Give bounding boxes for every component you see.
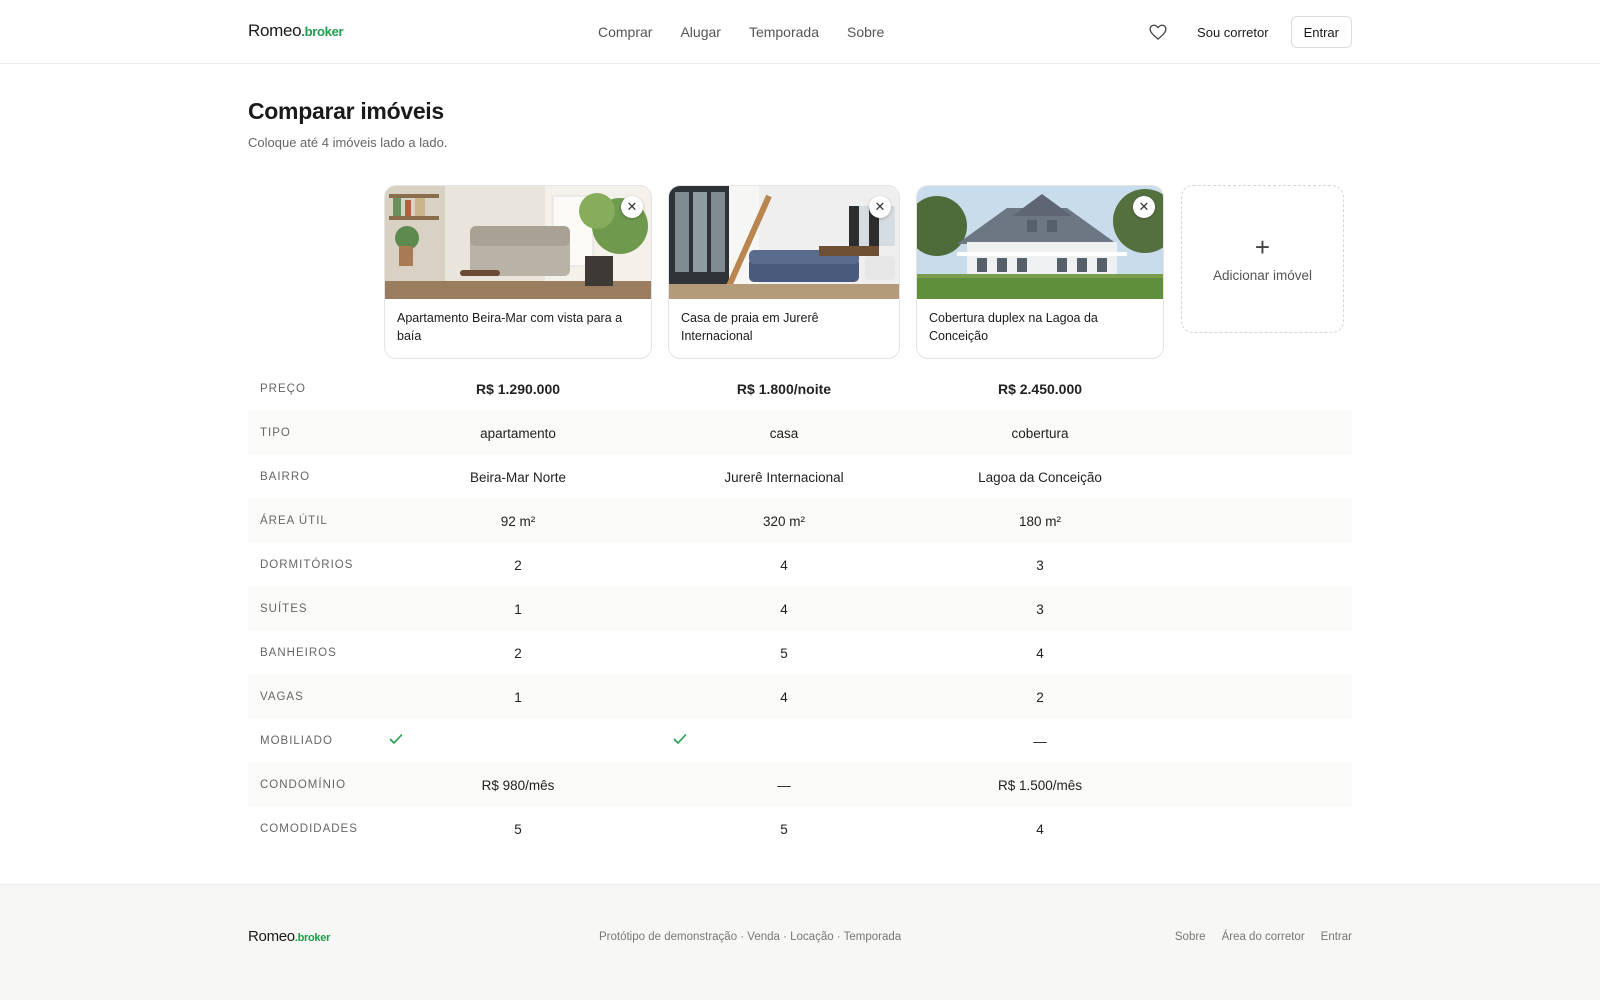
site-header: Romeo.broker Comprar Alugar Temporada So… [0,0,1600,64]
agent-link[interactable]: Sou corretor [1197,25,1269,40]
row-label: TIPO [260,427,291,439]
cell-value: 4 [1036,645,1044,661]
footer-tagline: Protótipo de demonstração · Venda · Loca… [599,931,902,943]
cell-value: 4 [780,689,788,705]
row-label: ÁREA ÚTIL [260,515,328,527]
close-icon[interactable]: ✕ [621,196,643,218]
cell-value: Beira-Mar Norte [469,469,567,485]
row-label: COMODIDADES [260,823,358,835]
cell-value: R$ 1.500/mês [997,777,1083,793]
property-card[interactable]: ✕ Casa de praia em Jurerê Internacional [668,185,900,359]
site-footer: Romeo.broker Protótipo de demonstração ·… [0,884,1600,1000]
row-label: PREÇO [260,383,306,395]
row-label: BAIRRO [260,471,311,483]
row-label: BANHEIROS [260,647,337,659]
row-label: MOBILIADO [260,735,333,747]
nav-item-alugar[interactable]: Alugar [680,24,720,40]
cell-value: 5 [780,645,788,661]
cell-value: Lagoa da Conceição [978,469,1102,485]
cell-value: R$ 1.290.000 [475,381,561,397]
property-photo: ✕ [917,186,1163,299]
cell-value: 2 [514,645,522,661]
footer-link-sobre[interactable]: Sobre [1175,931,1206,943]
property-card[interactable]: ✕ Apartamento Beira-Mar com vista para a… [384,185,652,359]
brand-name: Romeo [248,21,302,40]
cell-value: 1 [514,601,522,617]
cell-value: 3 [1036,557,1044,573]
main-nav: Comprar Alugar Temporada Sobre [598,0,884,64]
login-button[interactable]: Entrar [1290,16,1352,48]
cell-value: 2 [1036,689,1044,705]
cell-value: Jurerê Internacional [724,469,844,485]
page-subtitle: Coloque até 4 imóveis lado a lado. [248,135,448,150]
table-row: COMODIDADES 5 5 4 [248,807,1352,851]
property-name[interactable]: Apartamento Beira-Mar com vista para a b… [385,299,651,345]
cell-value: R$ 1.800/noite [736,381,832,397]
add-property-button[interactable]: + Adicionar imóvel [1181,185,1344,333]
cell-value: 5 [514,821,522,837]
comparison-table: PREÇO R$ 1.290.000 R$ 1.800/noite R$ 2.4… [248,367,1352,851]
add-property-label: Adicionar imóvel [1212,267,1313,283]
cell-value: — [1033,733,1047,749]
property-name[interactable]: Casa de praia em Jurerê Internacional [669,299,899,345]
brand-suffix: .broker [301,24,344,39]
table-row: BANHEIROS 2 5 4 [248,631,1352,675]
cell-value: — [777,777,791,793]
cell-value: 3 [1036,601,1044,617]
cell-value: casa [769,425,799,441]
table-row: BAIRRO Beira-Mar Norte Jurerê Internacio… [248,455,1352,499]
footer-link-entrar[interactable]: Entrar [1321,931,1352,943]
table-row: CONDOMÍNIO R$ 980/mês — R$ 1.500/mês [248,763,1352,807]
row-label: CONDOMÍNIO [260,779,347,791]
cell-value: 2 [514,557,522,573]
plus-icon: + [1254,231,1271,262]
cell-value: cobertura [1011,425,1069,441]
footer-brand-suffix: .broker [294,932,331,944]
brand-logo[interactable]: Romeo.broker [248,21,344,41]
row-label: VAGAS [260,691,304,703]
property-card[interactable]: ✕ Cobertura duplex na Lagoa da Conceição [916,185,1164,359]
cell-value: apartamento [480,425,556,441]
cell-value: 5 [780,821,788,837]
close-icon[interactable]: ✕ [869,196,891,218]
heart-icon[interactable] [1149,22,1169,42]
cell-value: R$ 980/mês [481,777,555,793]
cell-value: 92 m² [500,513,536,529]
cell-value: 4 [780,601,788,617]
page-title: Comparar imóveis [248,98,444,124]
footer-links: Sobre Área do corretor Entrar [1175,931,1352,943]
property-photo: ✕ [669,186,899,299]
property-photo: ✕ [385,186,651,299]
table-row: MOBILIADO — [248,719,1352,763]
header-actions: Sou corretor Entrar [1149,16,1352,48]
nav-item-comprar[interactable]: Comprar [598,24,652,40]
cell-value: 1 [514,689,522,705]
cell-value: 4 [1036,821,1044,837]
cell-value: 180 m² [1018,513,1062,529]
check-icon [389,732,403,750]
cell-value: R$ 2.450.000 [997,381,1083,397]
footer-link-area-corretor[interactable]: Área do corretor [1222,931,1305,943]
table-row: VAGAS 1 4 2 [248,675,1352,719]
nav-item-temporada[interactable]: Temporada [749,24,819,40]
check-icon [673,732,687,750]
nav-item-sobre[interactable]: Sobre [847,24,884,40]
row-label: SUÍTES [260,603,308,615]
table-row: SUÍTES 1 4 3 [248,587,1352,631]
cell-value: 320 m² [762,513,806,529]
footer-logo[interactable]: Romeo.broker [248,928,330,945]
footer-brand-name: Romeo [248,928,295,945]
property-name[interactable]: Cobertura duplex na Lagoa da Conceição [917,299,1163,345]
close-icon[interactable]: ✕ [1133,196,1155,218]
cell-value: 4 [780,557,788,573]
table-row: ÁREA ÚTIL 92 m² 320 m² 180 m² [248,499,1352,543]
table-row: TIPO apartamento casa cobertura [248,411,1352,455]
table-row: DORMITÓRIOS 2 4 3 [248,543,1352,587]
table-row: PREÇO R$ 1.290.000 R$ 1.800/noite R$ 2.4… [248,367,1352,411]
row-label: DORMITÓRIOS [260,559,354,571]
